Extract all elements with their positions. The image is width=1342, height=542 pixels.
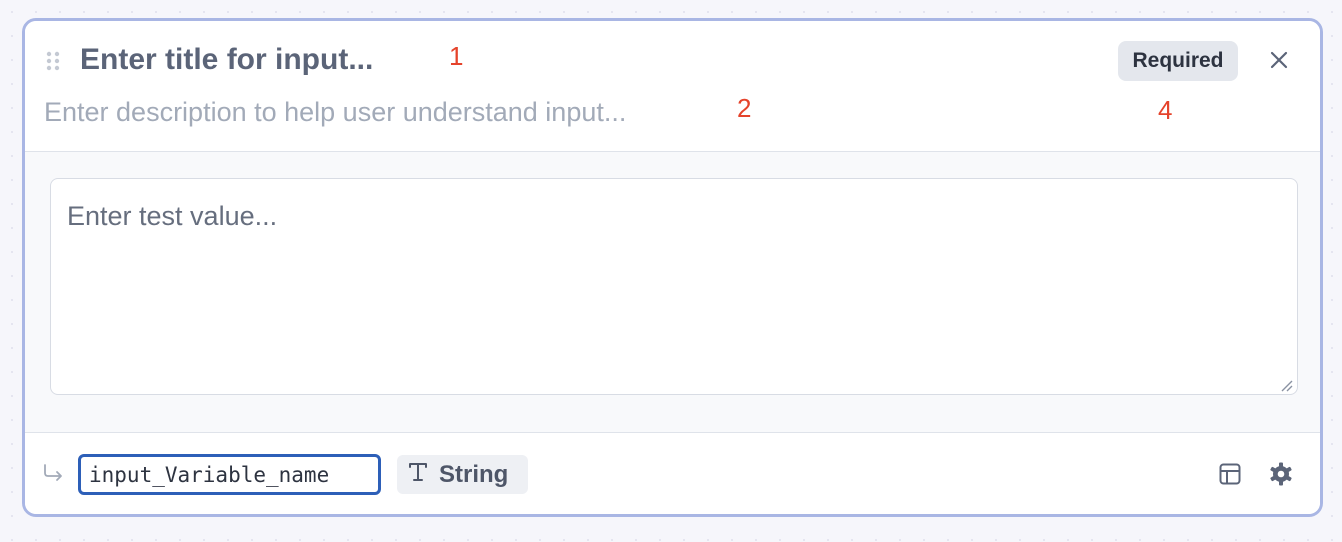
gear-icon[interactable] [1268,461,1294,487]
test-value-input[interactable] [50,178,1298,395]
resize-handle-icon[interactable] [1279,378,1293,392]
drag-handle-icon[interactable] [46,51,60,71]
annotation-4: 4 [1158,95,1173,125]
card-header: Enter title for input... 1 Enter descrip… [25,21,1320,152]
close-icon[interactable] [1267,48,1291,72]
input-card: Enter title for input... 1 Enter descrip… [22,18,1323,517]
input-title[interactable]: Enter title for input... [80,43,373,77]
input-description[interactable]: Enter description to help user understan… [44,97,626,128]
variable-name-input[interactable] [78,454,381,495]
test-value-area: 3 [25,152,1320,458]
card-footer: String [25,432,1320,514]
table-icon[interactable] [1218,462,1242,486]
type-label: String [439,460,509,488]
text-type-icon [407,461,429,488]
return-arrow-icon [42,463,64,483]
type-selector[interactable]: String [397,455,528,494]
required-toggle[interactable]: Required [1118,41,1238,81]
annotation-1: 1 [449,41,464,71]
annotation-2: 2 [737,93,752,123]
